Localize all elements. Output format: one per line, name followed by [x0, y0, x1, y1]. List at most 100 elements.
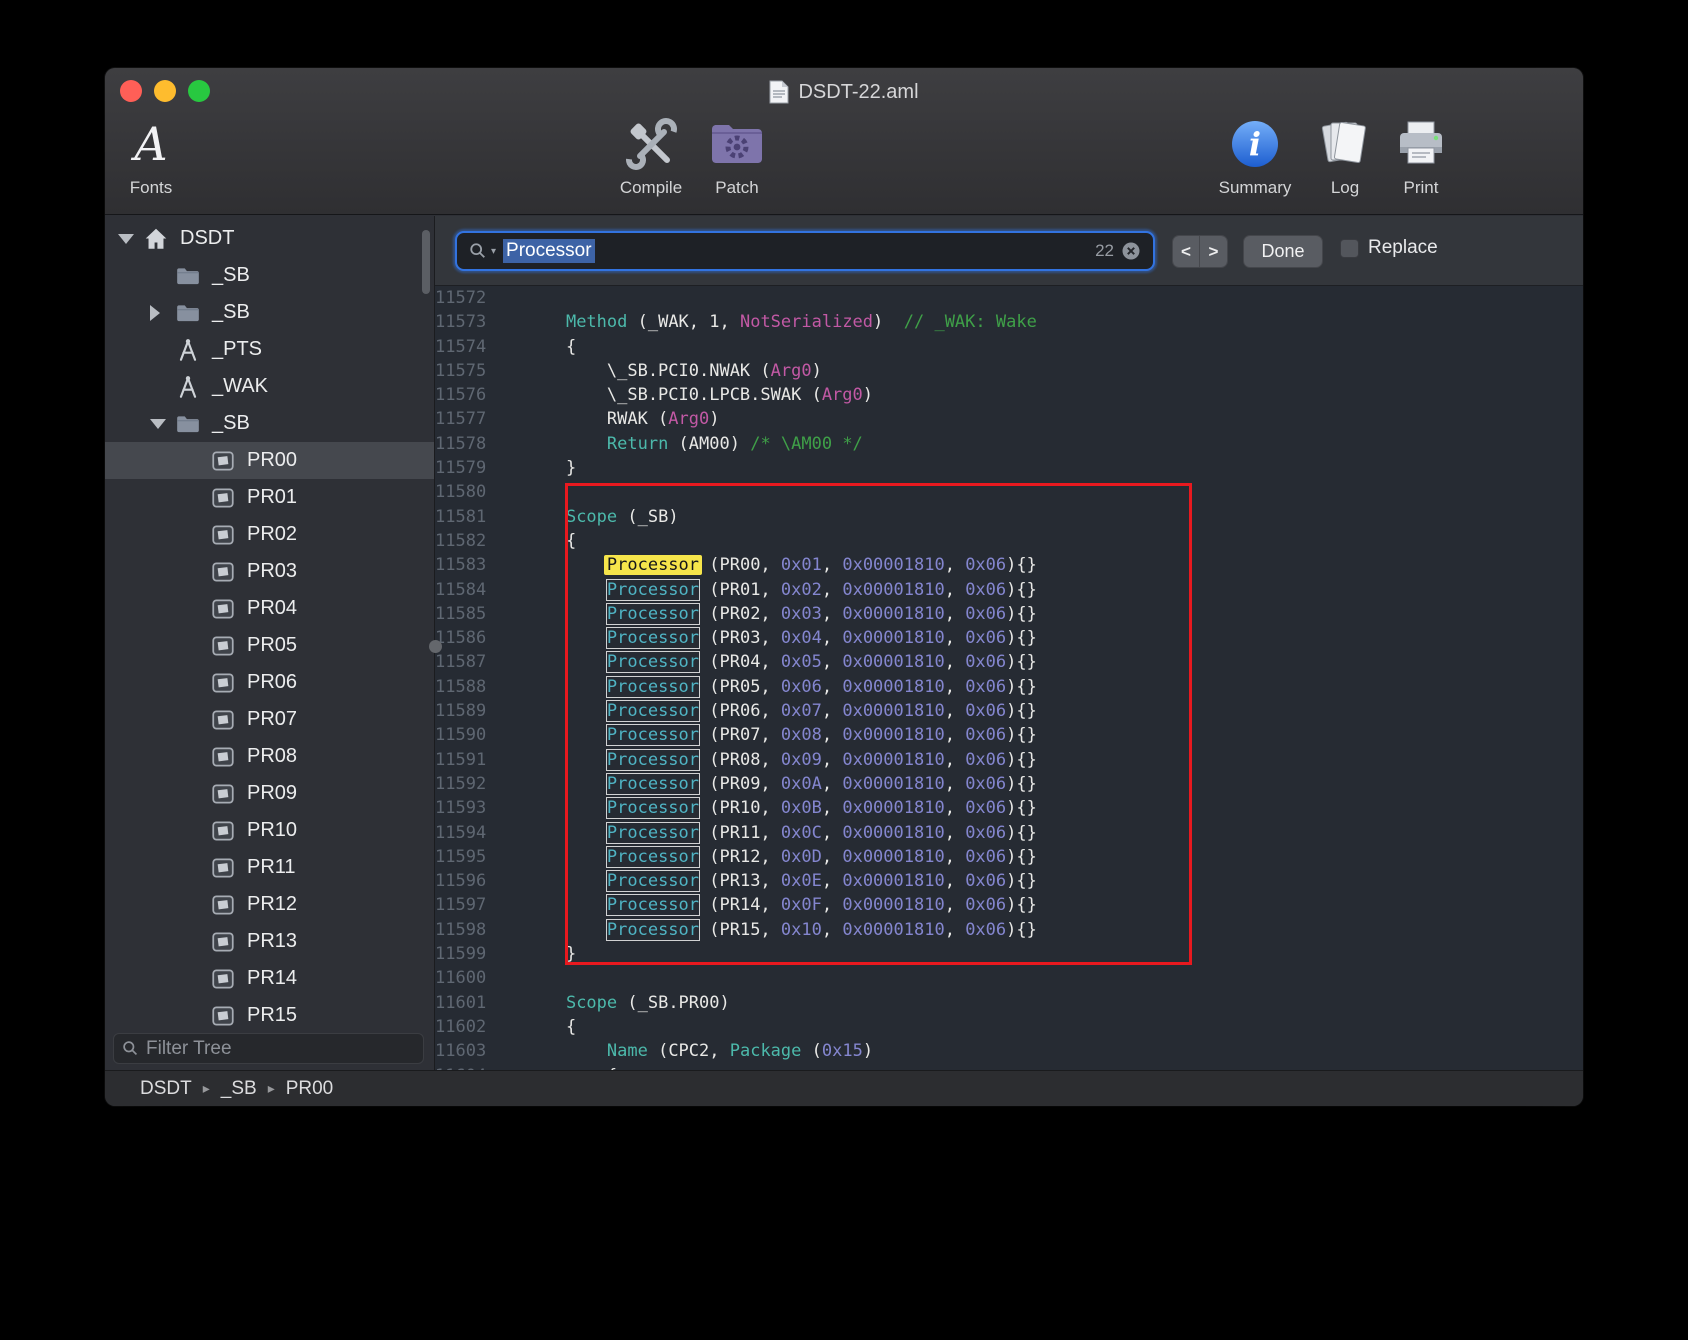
tree-item-pr10[interactable]: PR10 [105, 812, 434, 849]
code-line: 11585 Processor (PR02, 0x03, 0x00001810,… [435, 602, 1583, 626]
breadcrumb-separator-icon: ▸ [268, 1080, 275, 1097]
find-nav-buttons: < > [1172, 235, 1228, 268]
tree-item-pr05[interactable]: PR05 [105, 627, 434, 664]
code-text [505, 286, 525, 310]
line-number: 11583 [435, 553, 505, 577]
code-line: 11578 Return (AM00) /* \AM00 */ [435, 432, 1583, 456]
summary-info-icon: i [1204, 112, 1306, 176]
tree-item-pr11[interactable]: PR11 [105, 849, 434, 886]
next-match-button[interactable]: > [1200, 236, 1227, 267]
disclosure-down-icon[interactable] [150, 419, 175, 429]
code-editor-panel: ▾ Processor 22 < > Done Replace 11 [435, 216, 1583, 1070]
tree-item-label: PR12 [247, 893, 297, 916]
tree-item-pr01[interactable]: PR01 [105, 479, 434, 516]
tree-item-pr07[interactable]: PR07 [105, 701, 434, 738]
print-icon [1381, 112, 1461, 176]
search-icon [469, 242, 487, 260]
tree-item-pr06[interactable]: PR06 [105, 664, 434, 701]
code-text: Processor (PR15, 0x10, 0x00001810, 0x06)… [505, 918, 1037, 942]
filter-tree-field[interactable] [113, 1033, 424, 1064]
tree-item-pr09[interactable]: PR09 [105, 775, 434, 812]
tree-item-pr00[interactable]: PR00 [105, 442, 434, 479]
breadcrumb-item-dsdt[interactable]: DSDT [140, 1078, 192, 1100]
print-label: Print [1381, 178, 1461, 198]
code-line: 11586 Processor (PR03, 0x04, 0x00001810,… [435, 626, 1583, 650]
code-line: 11584 Processor (PR01, 0x02, 0x00001810,… [435, 578, 1583, 602]
tree-item-pts[interactable]: _PTS [105, 331, 434, 368]
code-text: Processor (PR03, 0x04, 0x00001810, 0x06)… [505, 626, 1037, 650]
tree-item-pr13[interactable]: PR13 [105, 923, 434, 960]
code-text: Processor (PR14, 0x0F, 0x00001810, 0x06)… [505, 893, 1037, 917]
log-button[interactable]: Log [1312, 112, 1378, 198]
code-text: { [505, 529, 576, 553]
code-line: 11598 Processor (PR15, 0x10, 0x00001810,… [435, 918, 1583, 942]
tree-item-sb[interactable]: _SB [105, 405, 434, 442]
code-text: Processor (PR04, 0x05, 0x00001810, 0x06)… [505, 650, 1037, 674]
line-number: 11573 [435, 310, 505, 334]
previous-match-button[interactable]: < [1173, 236, 1200, 267]
tree-item-label: _SB [212, 301, 250, 324]
search-match: Processor [606, 822, 700, 844]
fonts-button[interactable]: A Fonts [113, 112, 189, 198]
compile-button[interactable]: Compile [601, 112, 701, 198]
line-number: 11603 [435, 1039, 505, 1063]
code-line: 11573 Method (_WAK, 1, NotSerialized) //… [435, 310, 1583, 334]
breadcrumb-item-pr00[interactable]: PR00 [286, 1078, 334, 1100]
print-button[interactable]: Print [1381, 112, 1461, 198]
done-button[interactable]: Done [1243, 235, 1323, 268]
summary-label: Summary [1204, 178, 1306, 198]
code-text: Processor (PR02, 0x03, 0x00001810, 0x06)… [505, 602, 1037, 626]
code-line: 11572 [435, 286, 1583, 310]
scope-icon [210, 781, 236, 807]
sidebar-scrollbar[interactable] [422, 230, 430, 294]
folder-icon [175, 411, 201, 437]
line-number: 11595 [435, 845, 505, 869]
tree-item-label: PR05 [247, 634, 297, 657]
tree-item-pr02[interactable]: PR02 [105, 516, 434, 553]
window-header: DSDT-22.aml A Fonts Compile [105, 68, 1583, 215]
tree-item-sb[interactable]: _SB [105, 257, 434, 294]
tree-item-dsdt[interactable]: DSDT [105, 220, 434, 257]
tree-item-label: _SB [212, 264, 250, 287]
line-number: 11600 [435, 966, 505, 990]
code-text: Scope (_SB) [505, 505, 679, 529]
replace-checkbox[interactable] [1340, 239, 1359, 258]
code-text: Return (AM00) /* \AM00 */ [505, 432, 863, 456]
summary-button[interactable]: i Summary [1204, 112, 1306, 198]
patch-button[interactable]: Patch [696, 112, 778, 198]
tree-item-label: PR01 [247, 486, 297, 509]
tree-item-pr03[interactable]: PR03 [105, 553, 434, 590]
splitter-handle[interactable] [429, 640, 442, 653]
code-text: \_SB.PCI0.LPCB.SWAK (Arg0) [505, 383, 873, 407]
tree-item-label: PR06 [247, 671, 297, 694]
code-text: Processor (PR06, 0x07, 0x00001810, 0x06)… [505, 699, 1037, 723]
line-number: 11587 [435, 650, 505, 674]
code-line: 11579 } [435, 456, 1583, 480]
tree-item-wak[interactable]: _WAK [105, 368, 434, 405]
line-number: 11576 [435, 383, 505, 407]
disclosure-down-icon[interactable] [118, 234, 143, 244]
code-line: 11576 \_SB.PCI0.LPCB.SWAK (Arg0) [435, 383, 1583, 407]
code-editor[interactable]: 1157211573 Method (_WAK, 1, NotSerialize… [435, 286, 1583, 1070]
code-line: 11575 \_SB.PCI0.NWAK (Arg0) [435, 359, 1583, 383]
breadcrumb-item-sb[interactable]: _SB [221, 1078, 257, 1100]
code-line: 11599 } [435, 942, 1583, 966]
tree-item-pr08[interactable]: PR08 [105, 738, 434, 775]
disclosure-right-icon[interactable] [150, 305, 175, 321]
chevron-down-icon[interactable]: ▾ [491, 246, 496, 257]
tree-item-pr12[interactable]: PR12 [105, 886, 434, 923]
code-line: 11603 Name (CPC2, Package (0x15) [435, 1039, 1583, 1063]
tree-item-pr15[interactable]: PR15 [105, 997, 434, 1034]
filter-tree-input[interactable] [146, 1038, 415, 1060]
search-input[interactable]: ▾ Processor 22 [455, 231, 1155, 271]
clear-search-icon[interactable] [1121, 241, 1141, 261]
search-match: Processor [606, 919, 700, 941]
folder-icon [175, 300, 201, 326]
line-number: 11593 [435, 796, 505, 820]
tree-item-pr14[interactable]: PR14 [105, 960, 434, 997]
search-match: Processor [606, 797, 700, 819]
tree-item-sb[interactable]: _SB [105, 294, 434, 331]
scope-icon [210, 1003, 236, 1029]
tree-item-pr04[interactable]: PR04 [105, 590, 434, 627]
code-text: Processor (PR11, 0x0C, 0x00001810, 0x06)… [505, 821, 1037, 845]
